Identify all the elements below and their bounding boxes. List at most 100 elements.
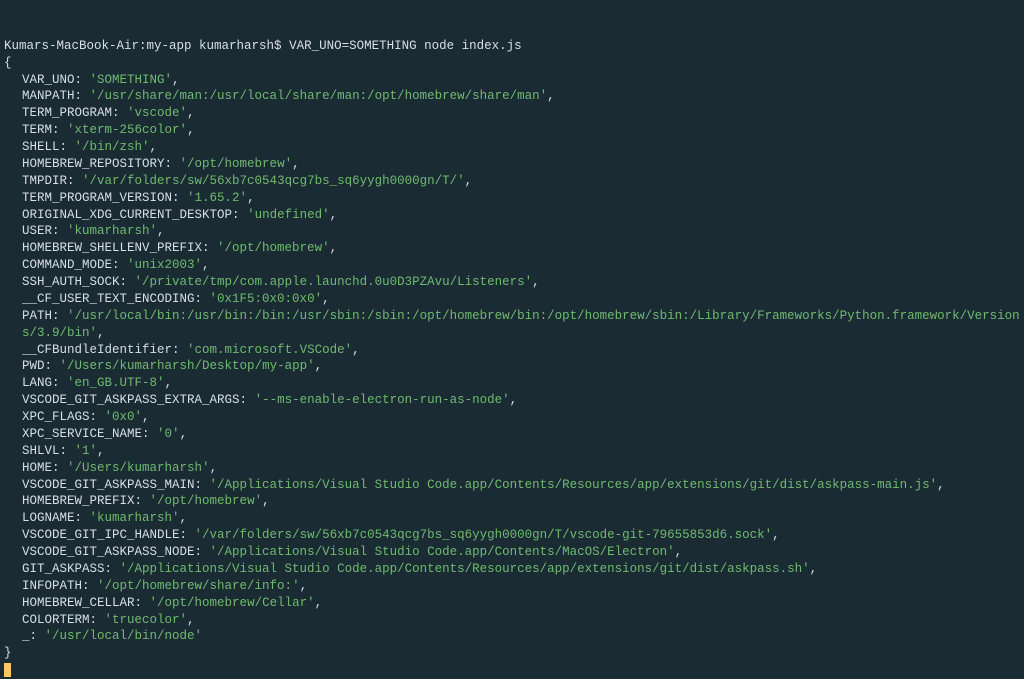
- colon-separator: :: [52, 123, 67, 137]
- env-entry: VSCODE_GIT_IPC_HANDLE: '/var/folders/sw/…: [4, 527, 1020, 544]
- shell-prompt: Kumars-MacBook-Air:my-app kumarharsh$: [4, 39, 282, 53]
- env-key: HOMEBREW_PREFIX: [22, 494, 135, 508]
- env-key: TERM_PROGRAM: [22, 106, 112, 120]
- env-value: '0x1F5:0x0:0x0': [210, 292, 323, 306]
- trailing-comma: ,: [330, 208, 338, 222]
- env-value: '1': [75, 444, 98, 458]
- env-key: VSCODE_GIT_ASKPASS_MAIN: [22, 478, 195, 492]
- env-value: '/var/folders/sw/56xb7c0543qcg7bs_sq6yyg…: [82, 174, 465, 188]
- colon-separator: :: [195, 292, 210, 306]
- trailing-comma: ,: [187, 613, 195, 627]
- trailing-comma: ,: [322, 292, 330, 306]
- entered-command: VAR_UNO=SOMETHING node index.js: [289, 39, 522, 53]
- colon-separator: :: [90, 613, 105, 627]
- trailing-comma: ,: [150, 140, 158, 154]
- env-value: '--ms-enable-electron-run-as-node': [255, 393, 510, 407]
- env-value: 'kumarharsh': [67, 224, 157, 238]
- colon-separator: :: [75, 73, 90, 87]
- env-value: '/opt/homebrew/Cellar': [150, 596, 315, 610]
- colon-separator: :: [142, 427, 157, 441]
- colon-separator: :: [82, 579, 97, 593]
- env-entry: HOME: '/Users/kumarharsh',: [4, 460, 1020, 477]
- env-key: COLORTERM: [22, 613, 90, 627]
- env-value: '/Applications/Visual Studio Code.app/Co…: [210, 545, 675, 559]
- env-key: INFOPATH: [22, 579, 82, 593]
- colon-separator: :: [232, 208, 247, 222]
- env-entry: TERM_PROGRAM: 'vscode',: [4, 105, 1020, 122]
- env-value: '/usr/share/man:/usr/local/share/man:/op…: [90, 89, 548, 103]
- trailing-comma: ,: [97, 326, 105, 340]
- env-entry: MANPATH: '/usr/share/man:/usr/local/shar…: [4, 88, 1020, 105]
- colon-separator: :: [202, 241, 217, 255]
- trailing-comma: ,: [202, 258, 210, 272]
- colon-separator: :: [172, 343, 187, 357]
- env-entry: VSCODE_GIT_ASKPASS_MAIN: '/Applications/…: [4, 477, 1020, 494]
- env-entry: TMPDIR: '/var/folders/sw/56xb7c0543qcg7b…: [4, 173, 1020, 190]
- trailing-comma: ,: [772, 528, 780, 542]
- trailing-comma: ,: [187, 123, 195, 137]
- trailing-comma: ,: [187, 106, 195, 120]
- env-entry: PWD: '/Users/kumarharsh/Desktop/my-app',: [4, 358, 1020, 375]
- env-value: 'en_GB.UTF-8': [67, 376, 165, 390]
- trailing-comma: ,: [262, 494, 270, 508]
- colon-separator: :: [105, 562, 120, 576]
- env-key: _: [22, 629, 30, 643]
- env-value: 'com.microsoft.VSCode': [187, 343, 352, 357]
- env-entry: LANG: 'en_GB.UTF-8',: [4, 375, 1020, 392]
- env-entry: SHELL: '/bin/zsh',: [4, 139, 1020, 156]
- colon-separator: :: [180, 528, 195, 542]
- colon-separator: :: [120, 275, 135, 289]
- env-entry: HOMEBREW_PREFIX: '/opt/homebrew',: [4, 493, 1020, 510]
- env-key: __CFBundleIdentifier: [22, 343, 172, 357]
- env-entry: SSH_AUTH_SOCK: '/private/tmp/com.apple.l…: [4, 274, 1020, 291]
- env-key: SHELL: [22, 140, 60, 154]
- colon-separator: :: [52, 376, 67, 390]
- env-key: HOME: [22, 461, 52, 475]
- env-key: TERM: [22, 123, 52, 137]
- env-entry: VSCODE_GIT_ASKPASS_EXTRA_ARGS: '--ms-ena…: [4, 392, 1020, 409]
- env-key: VSCODE_GIT_ASKPASS_NODE: [22, 545, 195, 559]
- colon-separator: :: [60, 140, 75, 154]
- env-entry: XPC_FLAGS: '0x0',: [4, 409, 1020, 426]
- env-value: '/opt/homebrew/share/info:': [97, 579, 300, 593]
- env-value: 'vscode': [127, 106, 187, 120]
- env-key: XPC_FLAGS: [22, 410, 90, 424]
- env-entry: ORIGINAL_XDG_CURRENT_DESKTOP: 'undefined…: [4, 207, 1020, 224]
- env-key: COMMAND_MODE: [22, 258, 112, 272]
- trailing-comma: ,: [292, 157, 300, 171]
- env-value: '/usr/local/bin:/usr/bin:/bin:/usr/sbin:…: [22, 309, 1020, 340]
- colon-separator: :: [112, 258, 127, 272]
- env-entry: VAR_UNO: 'SOMETHING',: [4, 72, 1020, 89]
- colon-separator: :: [112, 106, 127, 120]
- env-entry: PATH: '/usr/local/bin:/usr/bin:/bin:/usr…: [4, 308, 1020, 342]
- trailing-comma: ,: [315, 359, 323, 373]
- env-value: '/bin/zsh': [75, 140, 150, 154]
- env-key: HOMEBREW_SHELLENV_PREFIX: [22, 241, 202, 255]
- env-value: '/opt/homebrew': [217, 241, 330, 255]
- env-key: TMPDIR: [22, 174, 67, 188]
- env-entry: COMMAND_MODE: 'unix2003',: [4, 257, 1020, 274]
- env-key: USER: [22, 224, 52, 238]
- env-entry: INFOPATH: '/opt/homebrew/share/info:',: [4, 578, 1020, 595]
- env-key: VSCODE_GIT_IPC_HANDLE: [22, 528, 180, 542]
- colon-separator: :: [52, 461, 67, 475]
- colon-separator: :: [52, 309, 67, 323]
- env-entry: XPC_SERVICE_NAME: '0',: [4, 426, 1020, 443]
- trailing-comma: ,: [510, 393, 518, 407]
- env-value: '/var/folders/sw/56xb7c0543qcg7bs_sq6yyg…: [195, 528, 773, 542]
- env-entry: HOMEBREW_CELLAR: '/opt/homebrew/Cellar',: [4, 595, 1020, 612]
- trailing-comma: ,: [937, 478, 945, 492]
- colon-separator: :: [240, 393, 255, 407]
- trailing-comma: ,: [330, 241, 338, 255]
- trailing-comma: ,: [247, 191, 255, 205]
- env-key: ORIGINAL_XDG_CURRENT_DESKTOP: [22, 208, 232, 222]
- env-entry: GIT_ASKPASS: '/Applications/Visual Studi…: [4, 561, 1020, 578]
- env-value: 'unix2003': [127, 258, 202, 272]
- trailing-comma: ,: [547, 89, 555, 103]
- env-value: '/private/tmp/com.apple.launchd.0u0D3PZA…: [135, 275, 533, 289]
- colon-separator: :: [195, 478, 210, 492]
- env-entry: __CFBundleIdentifier: 'com.microsoft.VSC…: [4, 342, 1020, 359]
- terminal-output[interactable]: Kumars-MacBook-Air:my-app kumarharsh$ VA…: [4, 4, 1020, 679]
- colon-separator: :: [75, 511, 90, 525]
- env-entry: TERM_PROGRAM_VERSION: '1.65.2',: [4, 190, 1020, 207]
